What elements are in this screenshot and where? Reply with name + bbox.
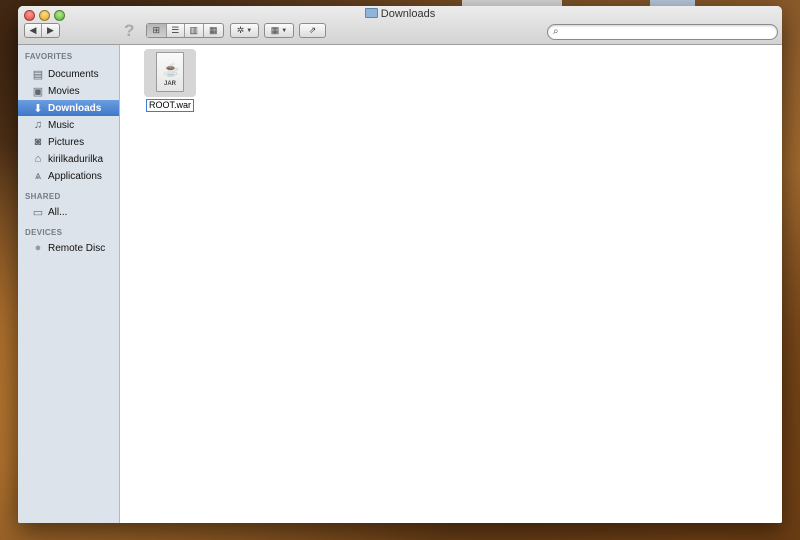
chevron-down-icon: ▼ — [246, 27, 253, 34]
gear-icon: ✲ — [236, 25, 245, 35]
sidebar-item-label: Music — [48, 119, 75, 131]
file-browser: ☕ JAR ROOT.war — [120, 45, 782, 523]
java-archive-icon: ☕ JAR — [156, 52, 184, 92]
window-title-text: Downloads — [380, 8, 436, 20]
sidebar-item-home[interactable]: ⌂ kirilkadurilka — [18, 151, 119, 167]
search-icon: ⌕ — [553, 26, 559, 37]
sidebar-item-label: Remote Disc — [48, 242, 106, 254]
sidebar-item-label: Movies — [48, 85, 80, 97]
applications-icon: ⩓ — [34, 169, 42, 182]
music-icon: ♫ — [33, 119, 43, 131]
cover-flow-button[interactable]: ▦ — [204, 24, 223, 37]
sidebar-section-shared: SHARED — [25, 192, 61, 201]
sidebar-item-label: kirilkadurilka — [48, 153, 104, 165]
sidebar-item-label: Documents — [48, 68, 99, 80]
downloads-icon: ⬇ — [33, 102, 43, 115]
forward-button[interactable]: ▶ — [42, 24, 59, 37]
folder-icon — [364, 8, 378, 18]
file-name-field[interactable]: ROOT.war — [146, 99, 194, 112]
sidebar-item-movies[interactable]: ▣ Movies — [18, 83, 119, 99]
sidebar: FAVORITES ▤ Documents ▣ Movies ⬇ Downloa… — [18, 45, 120, 523]
search-field[interactable]: ⌕ — [547, 24, 778, 40]
icon-view-icon: ⊞ — [152, 25, 161, 35]
help-icon[interactable]: ? — [124, 21, 134, 41]
arrange-button[interactable]: ▦ ▼ — [264, 23, 294, 38]
sidebar-item-applications[interactable]: ⩓ Applications — [18, 168, 119, 184]
sidebar-item-all[interactable]: ▭ All... — [18, 204, 119, 220]
sidebar-item-label: All... — [48, 206, 68, 218]
documents-icon: ▤ — [32, 68, 44, 81]
cover-flow-icon: ▦ — [209, 25, 218, 35]
file-type-label: JAR — [163, 81, 176, 87]
finder-window: Downloads ◀ ▶ ? ⊞ ☰ ▥ ▦ ✲ ▼ ▦ ▼ ⇗ ⌕ FAVORI… — [18, 6, 782, 523]
icon-view-button[interactable]: ⊞ — [147, 24, 167, 37]
movies-icon: ▣ — [32, 85, 44, 98]
sidebar-section-devices: DEVICES — [25, 228, 63, 237]
back-button[interactable]: ◀ — [25, 24, 43, 37]
sidebar-item-music[interactable]: ♫ Music — [18, 117, 119, 133]
toolbar: Downloads ◀ ▶ ? ⊞ ☰ ▥ ▦ ✲ ▼ ▦ ▼ ⇗ ⌕ — [18, 6, 782, 45]
sidebar-section-favorites: FAVORITES — [25, 52, 73, 61]
sidebar-item-label: Downloads — [48, 102, 102, 114]
sidebar-item-pictures[interactable]: ◙ Pictures — [18, 134, 119, 150]
chevron-down-icon: ▼ — [281, 27, 288, 34]
back-forward-control: ◀ ▶ — [24, 23, 60, 38]
view-mode-control: ⊞ ☰ ▥ ▦ — [146, 23, 224, 38]
window-title: Downloads — [18, 8, 782, 20]
chevron-right-icon: ▶ — [47, 25, 54, 35]
column-view-icon: ▥ — [189, 25, 199, 35]
action-button[interactable]: ✲ ▼ — [230, 23, 259, 38]
share-icon: ⇗ — [308, 25, 317, 35]
home-icon: ⌂ — [34, 153, 42, 165]
chevron-left-icon: ◀ — [29, 25, 37, 35]
sidebar-item-label: Applications — [48, 170, 102, 182]
column-view-button[interactable]: ▥ — [185, 24, 204, 37]
sidebar-item-documents[interactable]: ▤ Documents — [18, 66, 119, 82]
sidebar-item-label: Pictures — [48, 136, 85, 148]
list-view-icon: ☰ — [171, 25, 180, 35]
grid-arrange-icon: ▦ — [270, 25, 280, 35]
coffee-cup-icon: ☕ — [163, 62, 180, 77]
remote-disc-icon: ● — [34, 242, 42, 254]
pictures-icon: ◙ — [34, 136, 42, 148]
network-computer-icon: ▭ — [32, 206, 44, 219]
list-view-button[interactable]: ☰ — [167, 24, 186, 37]
sidebar-item-downloads[interactable]: ⬇ Downloads — [18, 100, 119, 116]
file-item[interactable]: ☕ JAR — [144, 49, 196, 97]
sidebar-item-remote-disc[interactable]: ● Remote Disc — [18, 240, 119, 256]
share-button[interactable]: ⇗ — [299, 23, 326, 38]
